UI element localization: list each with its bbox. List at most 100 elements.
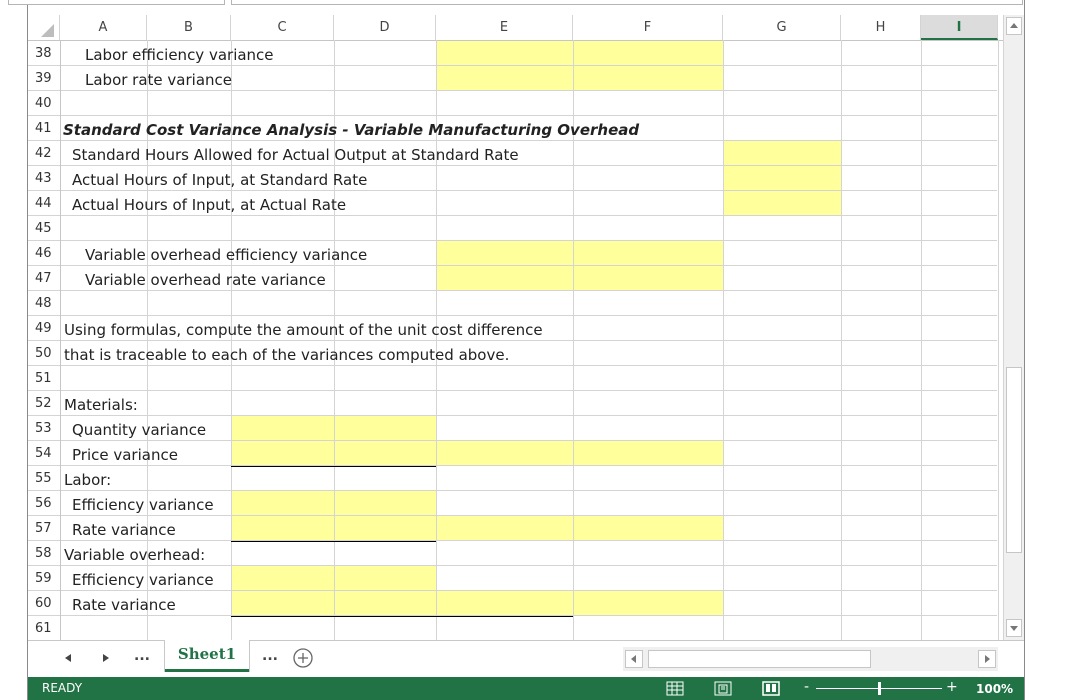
tab-sheet1[interactable]: Sheet1 — [165, 640, 249, 672]
zoom-in-button[interactable]: + — [946, 679, 958, 695]
scroll-right-button[interactable] — [978, 650, 996, 668]
triangle-left-icon — [631, 655, 636, 663]
row-header-54[interactable]: 54 — [28, 441, 60, 466]
cell-labor-efficiency[interactable]: Efficiency variance — [72, 493, 214, 518]
column-header-b[interactable]: B — [147, 15, 231, 40]
row-header-60[interactable]: 60 — [28, 591, 60, 616]
row-header-51[interactable]: 51 — [28, 366, 60, 391]
grid-row-line — [60, 490, 997, 491]
row-header-49[interactable]: 49 — [28, 316, 60, 341]
status-bar: READY - + 100% — [28, 677, 1024, 700]
row-header-55[interactable]: 55 — [28, 466, 60, 491]
row-header-61[interactable]: 61 — [28, 616, 60, 641]
scroll-up-button[interactable] — [1006, 17, 1022, 35]
status-mode: READY — [42, 681, 83, 695]
column-header-e[interactable]: E — [436, 15, 573, 40]
row-header-39[interactable]: 39 — [28, 66, 60, 91]
column-header-f[interactable]: F — [573, 15, 723, 40]
cell-labor-rate-variance[interactable]: Labor rate variance — [85, 68, 232, 93]
underline-overhead — [231, 616, 573, 617]
tabs-more-right[interactable]: ... — [262, 648, 278, 664]
cell-overhead-efficiency[interactable]: Efficiency variance — [72, 568, 214, 593]
input-overhead-hours[interactable] — [723, 141, 841, 216]
zoom-out-button[interactable]: - — [804, 679, 809, 695]
column-header-h[interactable]: H — [841, 15, 921, 40]
add-sheet-icon[interactable] — [292, 647, 314, 669]
grid-row-line — [60, 240, 997, 241]
cell-standard-hours-allowed[interactable]: Standard Hours Allowed for Actual Output… — [72, 143, 519, 168]
row-header-50[interactable]: 50 — [28, 341, 60, 366]
scroll-left-button[interactable] — [625, 650, 643, 668]
row-header-53[interactable]: 53 — [28, 416, 60, 441]
tab-sheet1-label: Sheet1 — [177, 645, 237, 663]
cell-labor-efficiency-variance[interactable]: Labor efficiency variance — [85, 43, 274, 68]
column-header-i[interactable]: I — [921, 15, 998, 40]
page-break-preview-icon[interactable] — [762, 681, 780, 696]
vertical-scroll-thumb[interactable] — [1006, 367, 1022, 553]
row-header-56[interactable]: 56 — [28, 491, 60, 516]
underline-materials — [231, 466, 436, 467]
input-materials-price[interactable] — [231, 441, 723, 466]
row-header-52[interactable]: 52 — [28, 391, 60, 416]
input-labor-rate[interactable] — [231, 516, 723, 541]
cell-overhead-rate[interactable]: Rate variance — [72, 593, 176, 618]
input-overhead-variances[interactable] — [436, 241, 723, 291]
row-header-40[interactable]: 40 — [28, 91, 60, 116]
cell-overhead-label[interactable]: Variable overhead: — [64, 543, 205, 568]
column-header-c[interactable]: C — [231, 15, 334, 40]
horizontal-scrollbar[interactable] — [623, 647, 998, 671]
cell-labor-rate[interactable]: Rate variance — [72, 518, 176, 543]
vertical-scrollbar[interactable] — [1003, 15, 1024, 640]
input-overhead-rate[interactable] — [231, 591, 723, 616]
cell-overhead-section-title[interactable]: Standard Cost Variance Analysis - Variab… — [63, 118, 639, 143]
row-header-58[interactable]: 58 — [28, 541, 60, 566]
cell-actual-hours-standard-rate[interactable]: Actual Hours of Input, at Standard Rate — [72, 168, 367, 193]
row-header-45[interactable]: 45 — [28, 216, 60, 241]
normal-view-icon[interactable] — [666, 681, 684, 696]
row-header-57[interactable]: 57 — [28, 516, 60, 541]
row-header-42[interactable]: 42 — [28, 141, 60, 166]
grid-row-line — [60, 415, 997, 416]
grid-row-line — [60, 465, 997, 466]
sheet-tab-bar: ... Sheet1 ... — [28, 640, 1024, 678]
tabs-more-left[interactable]: ... — [134, 648, 150, 664]
row-header-59[interactable]: 59 — [28, 566, 60, 591]
column-header-g[interactable]: G — [723, 15, 841, 40]
cell-instruction-line1[interactable]: Using formulas, compute the amount of th… — [64, 318, 543, 343]
triangle-right-icon — [985, 655, 990, 663]
zoom-level[interactable]: 100% — [976, 682, 1013, 696]
grid-column-line — [998, 40, 999, 640]
cell-overhead-rate-variance[interactable]: Variable overhead rate variance — [85, 268, 326, 293]
row-header-47[interactable]: 47 — [28, 266, 60, 291]
formula-bar[interactable] — [231, 0, 1023, 5]
cell-materials-label[interactable]: Materials: — [64, 393, 138, 418]
row-header-38[interactable]: 38 — [28, 41, 60, 66]
underline-labor — [231, 541, 436, 542]
cell-instruction-line2[interactable]: that is traceable to each of the varianc… — [64, 343, 509, 368]
cell-quantity-variance[interactable]: Quantity variance — [72, 418, 206, 443]
column-header-d[interactable]: D — [334, 15, 436, 40]
column-header-a[interactable]: A — [60, 15, 147, 40]
name-box[interactable] — [8, 0, 225, 5]
scroll-down-button[interactable] — [1006, 619, 1022, 637]
cell-actual-hours-actual-rate[interactable]: Actual Hours of Input, at Actual Rate — [72, 193, 346, 218]
horizontal-scroll-thumb[interactable] — [648, 650, 871, 668]
zoom-slider-thumb[interactable] — [878, 682, 881, 695]
scroll-tabs-left-icon[interactable] — [62, 651, 74, 665]
cell-labor-label[interactable]: Labor: — [64, 468, 111, 493]
cell-overhead-efficiency-variance[interactable]: Variable overhead efficiency variance — [85, 243, 367, 268]
row-header-43[interactable]: 43 — [28, 166, 60, 191]
row-header-46[interactable]: 46 — [28, 241, 60, 266]
scroll-tabs-right-icon[interactable] — [100, 651, 112, 665]
cell-price-variance[interactable]: Price variance — [72, 443, 178, 468]
row-header-41[interactable]: 41 — [28, 116, 60, 141]
page-layout-icon[interactable] — [714, 681, 732, 696]
input-labor-variances[interactable] — [436, 41, 723, 91]
grid-row-line — [60, 540, 997, 541]
grid-row-line — [60, 390, 997, 391]
grid-row-line — [60, 115, 997, 116]
row-header-48[interactable]: 48 — [28, 291, 60, 316]
row-header-44[interactable]: 44 — [28, 191, 60, 216]
select-all-corner[interactable] — [28, 15, 60, 40]
grid-row-line — [60, 315, 997, 316]
